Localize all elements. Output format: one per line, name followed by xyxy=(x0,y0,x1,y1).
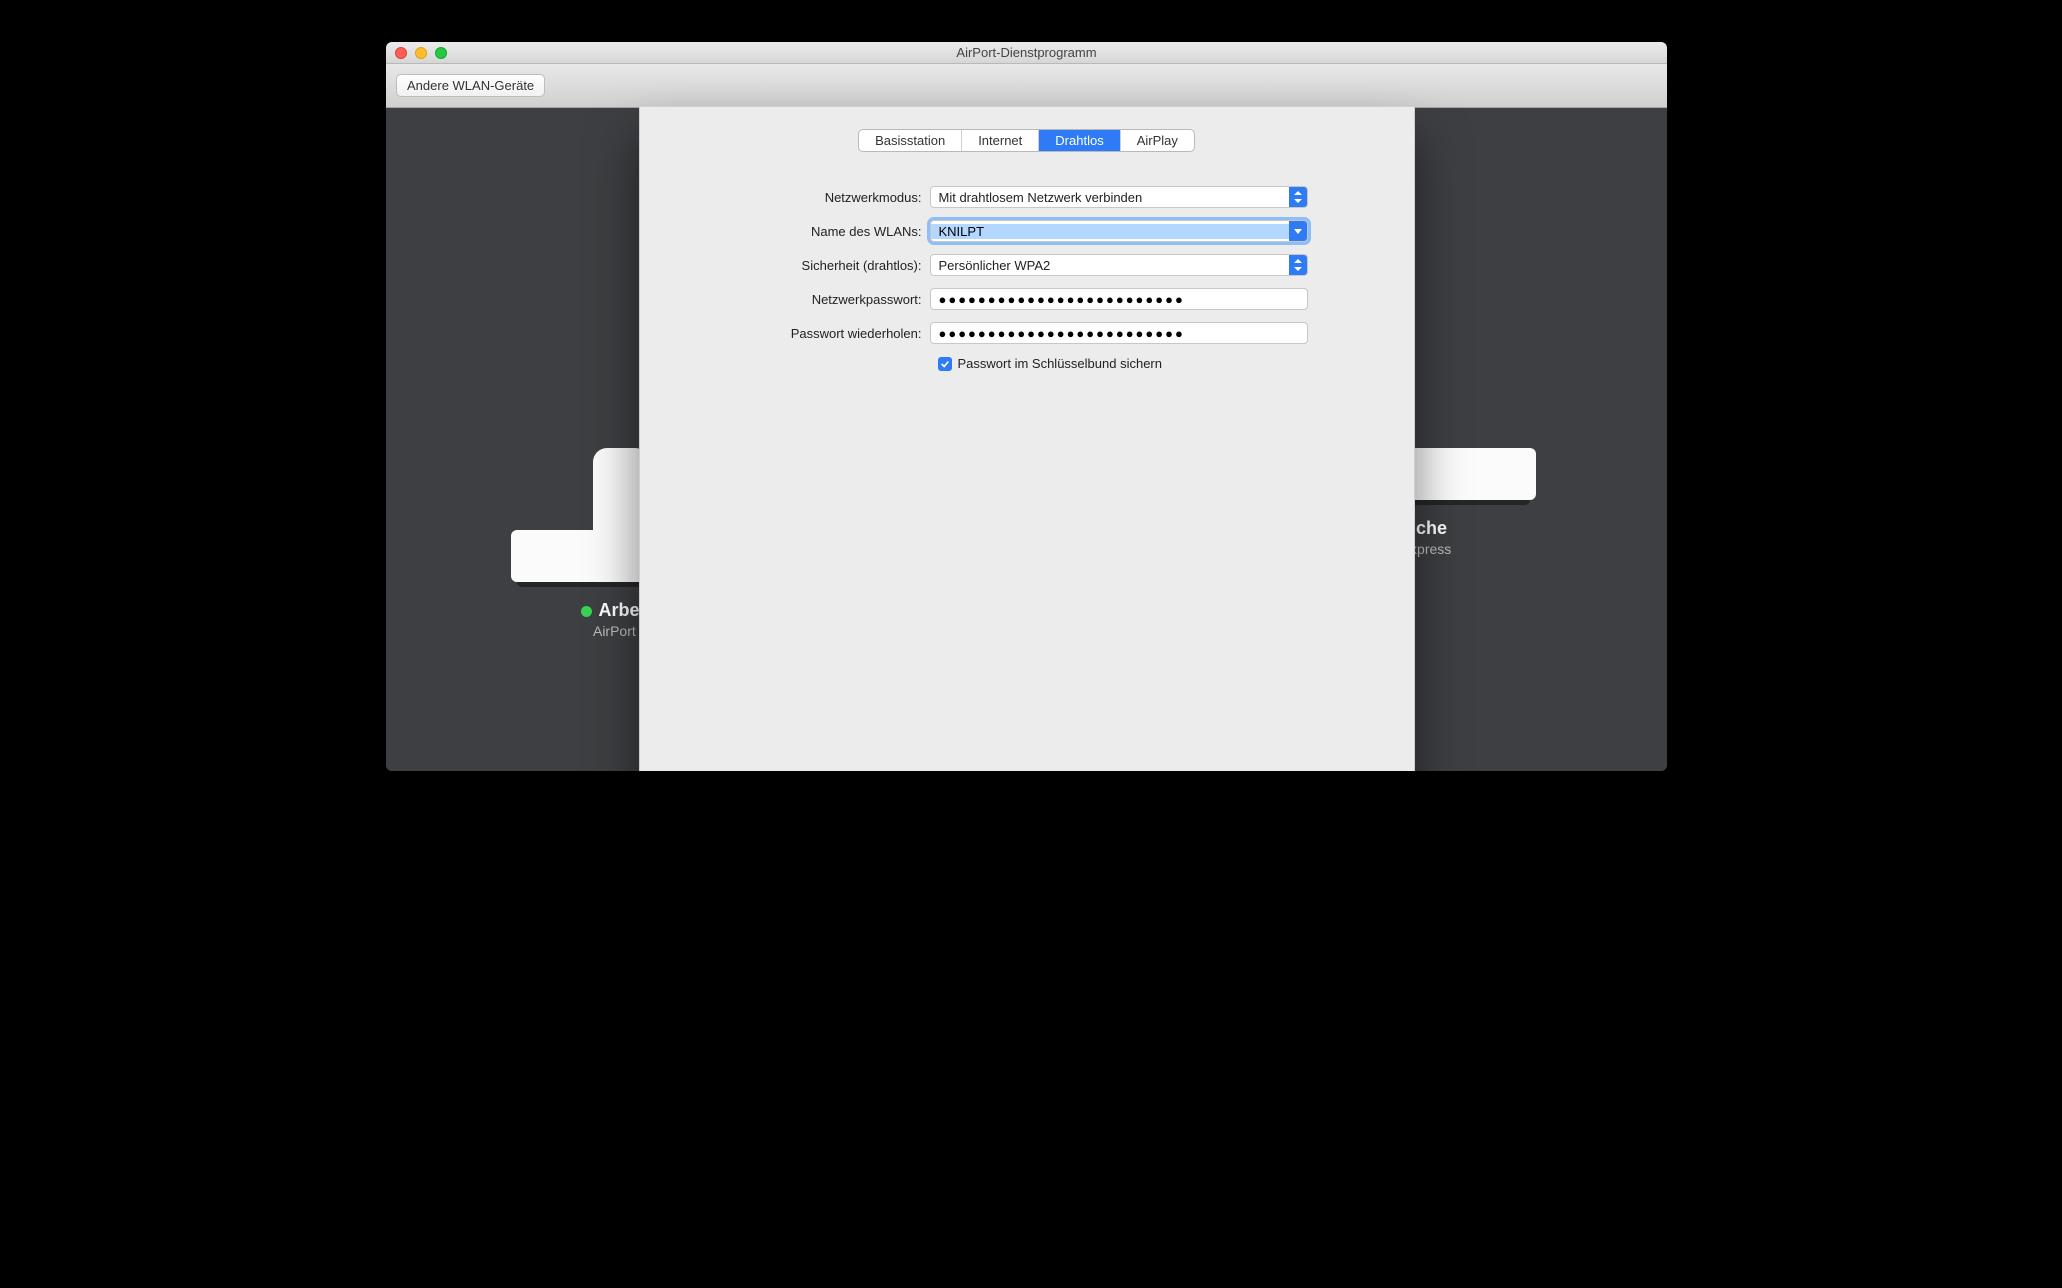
minimize-icon[interactable] xyxy=(415,47,427,59)
keychain-label: Passwort im Schlüsselbund sichern xyxy=(958,356,1162,371)
label-password-repeat: Passwort wiederholen: xyxy=(695,326,930,341)
tab-internet[interactable]: Internet xyxy=(962,130,1039,151)
network-mode-value: Mit drahtlosem Netzwerk verbinden xyxy=(939,190,1143,205)
tab-bar: Basisstation Internet Drahtlos AirPlay xyxy=(858,129,1195,152)
password-field[interactable]: ●●●●●●●●●●●●●●●●●●●●●●●●● xyxy=(930,288,1308,310)
airport-utility-window: AirPort-Dienstprogramm Andere WLAN-Gerät… xyxy=(386,42,1667,771)
traffic-lights xyxy=(386,47,447,59)
label-security: Sicherheit (drahtlos): xyxy=(695,258,930,273)
password-repeat-field[interactable]: ●●●●●●●●●●●●●●●●●●●●●●●●● xyxy=(930,322,1308,344)
tab-airplay[interactable]: AirPlay xyxy=(1121,130,1194,151)
window-title: AirPort-Dienstprogramm xyxy=(386,45,1667,60)
tab-basisstation[interactable]: Basisstation xyxy=(859,130,962,151)
updown-icon xyxy=(1289,187,1307,207)
close-icon[interactable] xyxy=(395,47,407,59)
check-icon xyxy=(940,359,950,369)
other-devices-button[interactable]: Andere WLAN-Geräte xyxy=(396,74,545,97)
settings-sheet: Basisstation Internet Drahtlos AirPlay N… xyxy=(639,106,1415,771)
status-dot-icon xyxy=(581,606,592,617)
updown-icon xyxy=(1289,255,1307,275)
security-popup[interactable]: Persönlicher WPA2 xyxy=(930,254,1308,276)
titlebar[interactable]: AirPort-Dienstprogramm xyxy=(386,42,1667,64)
keychain-checkbox[interactable] xyxy=(938,357,952,371)
tab-drahtlos[interactable]: Drahtlos xyxy=(1039,130,1120,151)
chevron-down-icon[interactable] xyxy=(1289,221,1307,241)
security-value: Persönlicher WPA2 xyxy=(939,258,1051,273)
label-password: Netzwerkpasswort: xyxy=(695,292,930,307)
label-ssid: Name des WLANs: xyxy=(695,224,930,239)
zoom-icon[interactable] xyxy=(435,47,447,59)
label-network-mode: Netzwerkmodus: xyxy=(695,190,930,205)
ssid-input[interactable] xyxy=(931,224,1307,239)
toolbar: Andere WLAN-Geräte xyxy=(386,64,1667,108)
network-mode-popup[interactable]: Mit drahtlosem Netzwerk verbinden xyxy=(930,186,1308,208)
ssid-combo[interactable] xyxy=(930,220,1308,242)
